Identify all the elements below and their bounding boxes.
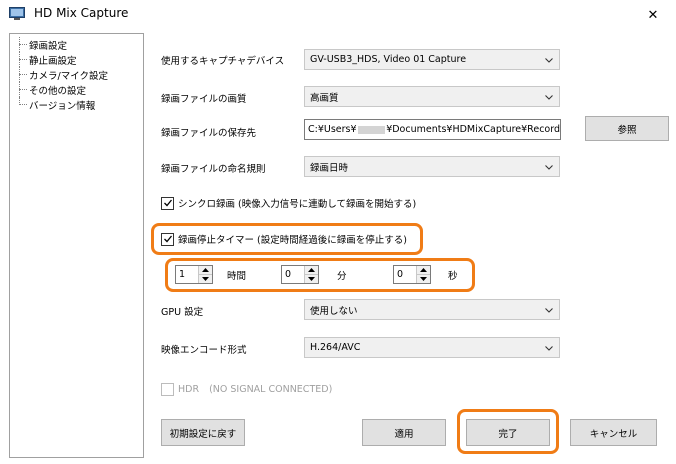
hdr-label: HDR <box>178 384 200 395</box>
checkbox-box <box>161 383 174 396</box>
sidebar-item-label: その他の設定 <box>29 85 87 97</box>
chevron-down-icon <box>545 95 553 100</box>
tree-connector <box>16 82 28 97</box>
redacted-username <box>357 125 386 134</box>
reset-defaults-label: 初期設定に戻す <box>169 428 237 440</box>
chevron-down-icon <box>545 308 553 313</box>
checkbox-box <box>161 196 174 210</box>
gpu-value: 使用しない <box>310 305 358 317</box>
app-icon <box>9 7 25 20</box>
sidebar-item-still-image[interactable]: 静止画設定 <box>10 52 77 67</box>
stepper-up-button[interactable] <box>417 266 430 274</box>
checkbox-box <box>161 232 174 246</box>
cancel-button[interactable]: キャンセル <box>570 419 657 446</box>
stepper-up-button[interactable] <box>199 266 212 274</box>
hdr-status: (NO SIGNAL CONNECTED) <box>209 384 333 395</box>
seconds-value: 0 <box>397 269 404 280</box>
encode-value: H.264/AVC <box>310 342 361 353</box>
chevron-down-icon <box>545 346 553 351</box>
naming-label: 録画ファイルの命名規則 <box>161 164 266 175</box>
sidebar-item-label: カメラ/マイク設定 <box>29 70 109 82</box>
sidebar-item-recording[interactable]: 録画設定 <box>10 37 67 52</box>
tree-connector <box>16 37 28 52</box>
quality-select[interactable]: 高画質 <box>304 86 560 107</box>
settings-tree: 録画設定 静止画設定 カメラ/マイク設定 その他の設定 バージョン情報 <box>9 33 144 458</box>
naming-select[interactable]: 録画日時 <box>304 156 560 177</box>
caret-down-icon <box>420 277 427 281</box>
hours-unit: 時間 <box>227 271 247 282</box>
stop-timer-checkbox[interactable]: 録画停止タイマー (設定時間経過後に録画を停止する) <box>161 232 407 246</box>
checkmark-icon <box>163 235 172 243</box>
minutes-unit: 分 <box>337 271 347 282</box>
done-label: 完了 <box>498 428 518 440</box>
stepper-down-button[interactable] <box>417 274 430 283</box>
hours-stepper[interactable]: 1 <box>175 265 213 284</box>
stepper-down-button[interactable] <box>305 274 318 283</box>
device-label: 使用するキャプチャデバイス <box>161 56 285 67</box>
gpu-select[interactable]: 使用しない <box>304 299 560 320</box>
caret-down-icon <box>308 277 315 281</box>
sidebar-item-label: バージョン情報 <box>29 100 96 112</box>
minutes-stepper[interactable]: 0 <box>281 265 319 284</box>
browse-button[interactable]: 参照 <box>585 116 669 141</box>
stepper-arrows[interactable] <box>416 266 430 283</box>
window-title: HD Mix Capture <box>34 6 129 20</box>
seconds-stepper[interactable]: 0 <box>393 265 431 284</box>
device-value: GV-USB3_HDS, Video 01 Capture <box>310 54 467 65</box>
save-path-label: 録画ファイルの保存先 <box>161 128 257 139</box>
device-select[interactable]: GV-USB3_HDS, Video 01 Capture <box>304 49 560 70</box>
stop-timer-label: 録画停止タイマー (設定時間経過後に録画を停止する) <box>178 235 407 246</box>
chevron-down-icon <box>545 165 553 170</box>
hdr-checkbox[interactable]: HDR (NO SIGNAL CONNECTED) <box>161 383 332 396</box>
chevron-down-icon <box>545 58 553 63</box>
tree-connector <box>16 67 28 82</box>
browse-button-label: 参照 <box>617 124 637 136</box>
close-button[interactable]: ✕ <box>630 0 676 30</box>
checkmark-icon <box>163 199 172 207</box>
cancel-label: キャンセル <box>589 428 638 440</box>
save-path-suffix: ¥Documents¥HDMixCapture¥Record <box>386 124 560 135</box>
encode-label: 映像エンコード形式 <box>161 345 247 356</box>
sidebar-item-version[interactable]: バージョン情報 <box>10 97 95 112</box>
sidebar-item-label: 静止画設定 <box>29 55 77 67</box>
sidebar-item-camera-mic[interactable]: カメラ/マイク設定 <box>10 67 108 82</box>
hours-value: 1 <box>179 269 186 280</box>
stepper-arrows[interactable] <box>198 266 212 283</box>
stepper-up-button[interactable] <box>305 266 318 274</box>
stepper-down-button[interactable] <box>199 274 212 283</box>
done-button[interactable]: 完了 <box>466 419 550 446</box>
close-icon: ✕ <box>647 7 659 23</box>
naming-value: 録画日時 <box>310 162 349 174</box>
sidebar-item-label: 録画設定 <box>29 40 68 52</box>
stepper-arrows[interactable] <box>304 266 318 283</box>
quality-value: 高画質 <box>310 92 339 104</box>
sidebar-item-other[interactable]: その他の設定 <box>10 82 86 97</box>
title-bar: HD Mix Capture ✕ <box>0 0 676 30</box>
caret-down-icon <box>202 277 209 281</box>
reset-defaults-button[interactable]: 初期設定に戻す <box>161 419 245 446</box>
seconds-unit: 秒 <box>448 271 458 282</box>
minutes-value: 0 <box>285 269 292 280</box>
apply-label: 適用 <box>394 428 414 440</box>
save-path-prefix: C:¥Users¥ <box>308 124 357 135</box>
save-path-input[interactable]: C:¥Users¥ ¥Documents¥HDMixCapture¥Record <box>304 119 561 140</box>
caret-up-icon <box>202 268 209 272</box>
caret-up-icon <box>420 268 427 272</box>
tree-connector <box>16 97 28 112</box>
tree-connector <box>16 52 28 67</box>
apply-button[interactable]: 適用 <box>362 419 446 446</box>
encode-select[interactable]: H.264/AVC <box>304 337 560 358</box>
sync-record-checkbox[interactable]: シンクロ録画 (映像入力信号に連動して録画を開始する) <box>161 196 416 210</box>
sync-record-label: シンクロ録画 (映像入力信号に連動して録画を開始する) <box>178 199 417 210</box>
quality-label: 録画ファイルの画質 <box>161 94 247 105</box>
gpu-label: GPU 設定 <box>161 307 204 318</box>
caret-up-icon <box>308 268 315 272</box>
